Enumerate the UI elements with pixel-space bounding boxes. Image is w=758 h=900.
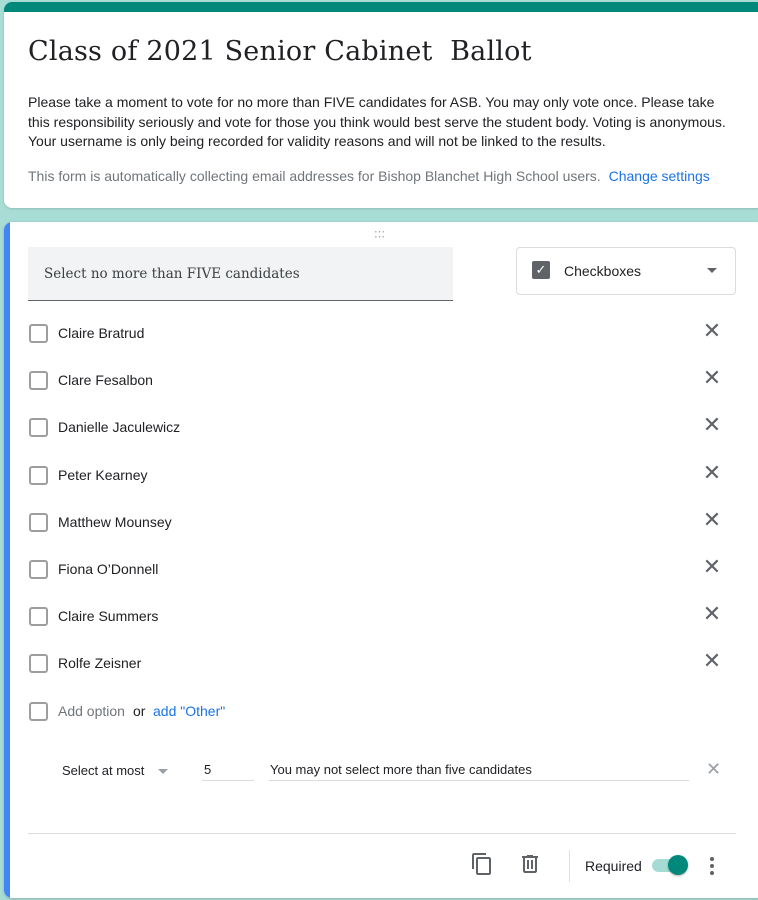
add-option-button[interactable]: Add option	[58, 703, 125, 719]
option-item: Rolfe Zeisner ✕	[28, 639, 728, 686]
option-checkbox	[29, 701, 48, 721]
email-collection-text: This form is automatically collecting em…	[28, 168, 601, 184]
required-toggle[interactable]	[652, 855, 690, 875]
more-vert-icon	[710, 857, 714, 875]
remove-option-icon[interactable]: ✕	[702, 650, 722, 672]
form-title[interactable]: Class of 2021 Senior Cabinet Ballot	[28, 36, 532, 67]
option-item: Claire Bratrud ✕	[28, 309, 728, 356]
option-label[interactable]: Claire Summers	[58, 608, 158, 624]
option-list: Claire Bratrud ✕ Clare Fesalbon ✕ Daniel…	[28, 309, 728, 734]
question-card: ⋯ ⋯ Select no more than FIVE candidates ✓…	[4, 222, 758, 898]
toggle-knob	[668, 855, 688, 875]
delete-button[interactable]	[518, 852, 542, 876]
remove-option-icon[interactable]: ✕	[702, 461, 722, 483]
question-type-dropdown[interactable]: ✓ Checkboxes	[516, 247, 736, 295]
validation-number-input[interactable]: 5	[202, 755, 254, 781]
duplicate-button[interactable]	[470, 852, 494, 876]
option-label[interactable]: Danielle Jaculewicz	[58, 419, 180, 435]
option-item: Matthew Mounsey ✕	[28, 498, 728, 545]
question-title-text: Select no more than FIVE candidates	[44, 266, 300, 282]
option-item: Danielle Jaculewicz ✕	[28, 403, 728, 450]
divider	[569, 850, 570, 882]
option-checkbox[interactable]	[29, 371, 48, 391]
change-settings-link[interactable]: Change settings	[609, 168, 710, 184]
form-description[interactable]: Please take a moment to vote for no more…	[28, 93, 738, 152]
question-title-input[interactable]: Select no more than FIVE candidates	[28, 247, 453, 301]
option-checkbox[interactable]	[29, 512, 48, 532]
option-checkbox[interactable]	[29, 465, 48, 485]
response-validation: Select at most 5 You may not select more…	[28, 755, 728, 785]
or-text: or	[133, 702, 146, 719]
close-icon[interactable]: ✕	[706, 759, 721, 780]
divider	[28, 833, 736, 834]
option-checkbox[interactable]	[29, 607, 48, 627]
trash-icon	[522, 855, 538, 873]
validation-error-text-input[interactable]: You may not select more than five candid…	[269, 755, 689, 781]
remove-option-icon[interactable]: ✕	[702, 320, 722, 342]
option-label[interactable]: Claire Bratrud	[58, 325, 144, 341]
add-other-link[interactable]: add "Other"	[153, 703, 225, 719]
option-checkbox[interactable]	[29, 559, 48, 579]
checkbox-icon: ✓	[532, 261, 550, 279]
option-checkbox[interactable]	[29, 418, 48, 438]
remove-option-icon[interactable]: ✕	[702, 414, 722, 436]
option-checkbox[interactable]	[29, 324, 48, 343]
dropdown-arrow-icon	[707, 268, 717, 273]
question-footer: Required	[4, 842, 758, 892]
option-checkbox[interactable]	[29, 654, 48, 674]
required-label: Required	[585, 858, 642, 874]
option-label[interactable]: Peter Kearney	[58, 467, 148, 483]
option-item: Clare Fesalbon ✕	[28, 356, 728, 403]
validation-rule-select[interactable]: Select at most	[62, 763, 144, 778]
form-header-card: Class of 2021 Senior Cabinet Ballot Plea…	[4, 2, 758, 208]
option-label[interactable]: Rolfe Zeisner	[58, 655, 141, 671]
option-item: Fiona O’Donnell ✕	[28, 545, 728, 592]
remove-option-icon[interactable]: ✕	[702, 508, 722, 530]
option-item: Claire Summers ✕	[28, 592, 728, 639]
remove-option-icon[interactable]: ✕	[702, 367, 722, 389]
dropdown-arrow-icon[interactable]	[158, 769, 168, 774]
more-options-button[interactable]	[704, 854, 720, 878]
copy-icon	[472, 853, 491, 875]
remove-option-icon[interactable]: ✕	[702, 603, 722, 625]
option-label[interactable]: Clare Fesalbon	[58, 372, 153, 388]
option-item: Peter Kearney ✕	[28, 451, 728, 498]
email-collection-note: This form is automatically collecting em…	[28, 168, 710, 184]
theme-color-bar	[4, 2, 758, 12]
option-label[interactable]: Fiona O’Donnell	[58, 561, 158, 577]
add-option-row: Add option or add "Other"	[28, 687, 728, 734]
option-label[interactable]: Matthew Mounsey	[58, 514, 172, 530]
remove-option-icon[interactable]: ✕	[702, 555, 722, 577]
drag-handle-icon[interactable]: ⋯ ⋯	[374, 227, 386, 243]
active-question-indicator	[4, 222, 10, 898]
question-type-label: Checkboxes	[564, 263, 642, 279]
